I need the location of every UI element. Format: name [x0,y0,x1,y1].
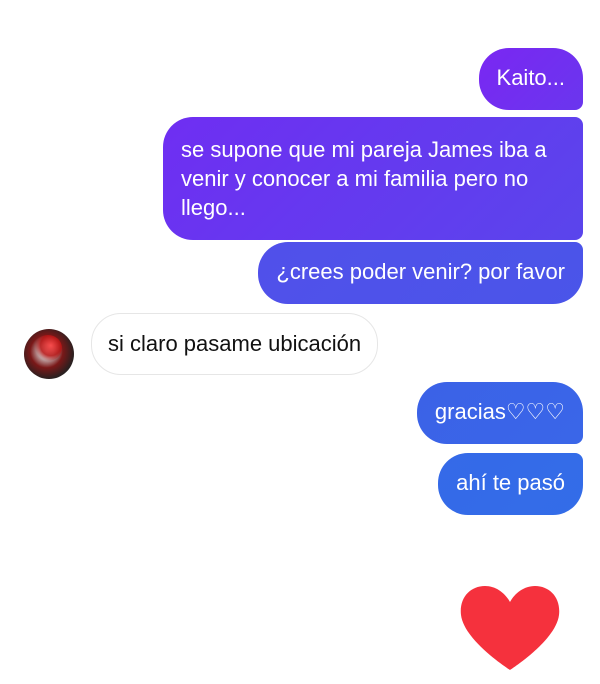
contact-avatar[interactable] [24,329,74,379]
message-bubble-outgoing[interactable]: ahí te pasó [438,453,583,515]
message-text: gracias♡♡♡ [434,399,565,424]
message-text: si claro pasame ubicación [108,331,362,356]
message-bubble-outgoing[interactable]: gracias♡♡♡ [416,382,583,444]
message-text: Kaito... [496,65,565,90]
message-text: ahí te pasó [456,470,565,495]
message-text: se supone que mi pareja James iba a veni… [181,137,547,220]
chat-thread: Kaito... se supone que mi pareja James i… [0,0,600,684]
message-bubble-outgoing[interactable]: Kaito... [478,48,583,110]
message-text: ¿crees poder venir? por favor [276,259,565,284]
message-bubble-outgoing[interactable]: ¿crees poder venir? por favor [258,242,583,304]
heart-shape [460,586,560,670]
message-bubble-incoming[interactable]: si claro pasame ubicación [91,313,379,375]
message-bubble-outgoing[interactable]: se supone que mi pareja James iba a veni… [163,117,583,240]
heart-icon[interactable] [458,582,562,674]
